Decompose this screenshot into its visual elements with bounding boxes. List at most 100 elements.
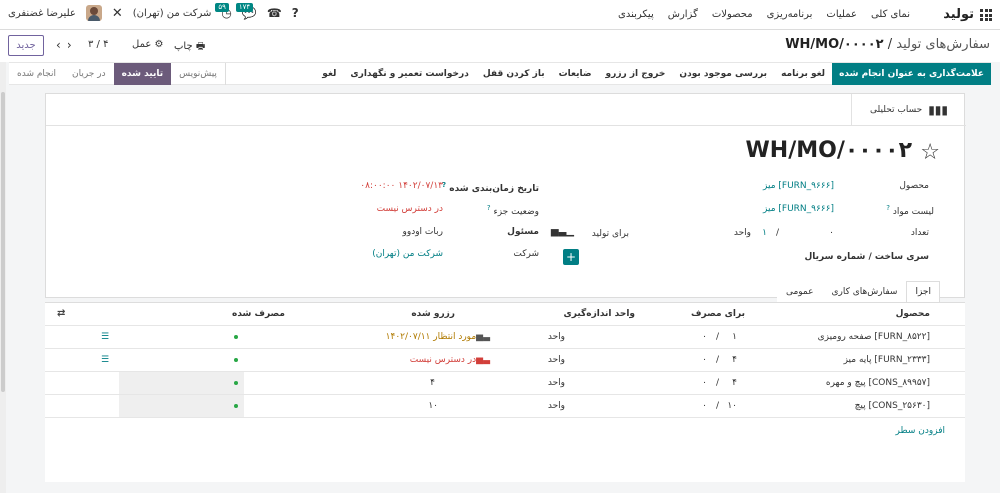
stage-confirmed[interactable]: تایید شده (113, 63, 172, 85)
stage-draft[interactable]: پیش‌نویس (171, 63, 226, 85)
detail-list-icon[interactable]: ☰ (101, 332, 109, 342)
col-reserved[interactable]: رزرو شده (411, 309, 455, 319)
stage-done[interactable]: انجام شده (9, 63, 64, 85)
row-consumed-left: ۰ (702, 332, 707, 342)
left-scrollbar[interactable] (0, 62, 6, 493)
detail-list-icon[interactable]: ☰ (101, 355, 109, 365)
company-value[interactable]: شرکت من (تهران) (372, 249, 443, 259)
col-consumed[interactable]: مصرف شده (232, 309, 285, 319)
company-switcher[interactable]: شرکت من (تهران) (133, 8, 212, 19)
consumed-dot (234, 404, 238, 408)
messages-icon[interactable]: 💬 ۱۷۴ (235, 3, 257, 20)
menu-overview[interactable]: نمای کلی (871, 9, 910, 20)
forecast-chart-icon[interactable]: ▁▃▅ (551, 226, 574, 237)
col-uom[interactable]: واحد اندازه‌گیری (564, 309, 636, 319)
print-button[interactable]: 🖶 چاپ (174, 39, 205, 56)
unlock-button[interactable]: باز کردن قفل (476, 69, 552, 79)
bom-label-text: لیست مواد (892, 207, 934, 217)
user-name[interactable]: علیرضا غضنفری (8, 8, 76, 19)
mark-done-button[interactable]: علامت‌گذاری به عنوان انجام شده (832, 63, 991, 85)
activity-clock-icon[interactable]: ◷ ۵۹ (215, 3, 232, 20)
sheet-bottom (45, 442, 965, 482)
check-availability-button[interactable]: بررسی موجود بودن (672, 69, 774, 79)
row-reserved[interactable]: ▃▅در دسترس نیست (410, 355, 490, 365)
consumed-dot (234, 381, 238, 385)
unreserve-button[interactable]: خروج از رزرو (599, 69, 673, 79)
star-icon[interactable]: ☆ (920, 140, 940, 165)
table-row[interactable]: [FURN_۸۵۲۲] صفحه رومیزی ۱ / ۰ واحد ▃▅مور… (45, 326, 965, 349)
stage-in-progress[interactable]: در جریان (64, 63, 114, 85)
row-uom[interactable]: واحد (548, 332, 565, 342)
menu-operations[interactable]: عملیات (826, 9, 857, 20)
forecast-chart-icon: ▃▅ (476, 355, 490, 365)
breadcrumb-parent[interactable]: سفارش‌های تولید (896, 37, 990, 52)
tab-miscellaneous[interactable]: عمومی (776, 281, 823, 303)
cancel-button[interactable]: لغو (315, 69, 343, 79)
qty-produced[interactable]: ۰ (829, 228, 834, 238)
scrap-button[interactable]: ضایعات (552, 69, 599, 79)
row-uom[interactable]: واحد (548, 378, 565, 388)
to-produce-label: برای تولید (591, 229, 629, 239)
bom-help-icon[interactable]: ? (886, 204, 890, 212)
table-row[interactable]: [CONS_۸۹۹۵۷] پیچ و مهره ۴ / ۰ واحد ۴ (45, 372, 965, 395)
chevron-right-icon[interactable]: › (67, 38, 72, 52)
tools-icon[interactable]: ✕ (112, 6, 123, 21)
app-title[interactable]: تولید (943, 7, 974, 22)
top-navbar: تولید نمای کلی عملیات برنامه‌ریزی محصولا… (0, 0, 1000, 30)
forecast-chart-icon: ▃▅ (476, 332, 490, 342)
notebook-tabs: اجزا سفارش‌های کاری عمومی (776, 281, 940, 303)
consumed-dot (234, 335, 238, 339)
add-lot-button[interactable]: + (563, 249, 579, 265)
record-title: WH/MO/۰۰۰۰۲ (745, 138, 912, 163)
row-to-consume[interactable]: ۱۰ (727, 401, 737, 411)
pager-arrows: ‹ › (56, 38, 72, 52)
tab-components[interactable]: اجزا (906, 281, 940, 303)
qty-unit[interactable]: واحد (734, 228, 751, 238)
product-value[interactable]: [FURN_۹۶۶۶] میز (763, 181, 834, 191)
help-icon[interactable]: ? (292, 6, 299, 20)
apps-grid-icon[interactable] (980, 9, 992, 21)
component-status-help-icon[interactable]: ? (487, 204, 491, 212)
menu-planning[interactable]: برنامه‌ریزی (767, 9, 813, 20)
print-icon: 🖶 (195, 41, 206, 52)
tab-work-orders[interactable]: سفارش‌های کاری (822, 281, 907, 303)
row-qty-sep: / (715, 332, 719, 342)
row-to-consume[interactable]: ۱ (732, 332, 737, 342)
row-product[interactable]: [FURN_۲۳۳۳] پایه میز (844, 355, 930, 365)
row-reserved-text: در دسترس نیست (409, 355, 477, 365)
new-button[interactable]: جدید (8, 35, 44, 56)
menu-reporting[interactable]: گزارش (668, 9, 698, 20)
qty-total[interactable]: ۱ (762, 228, 767, 238)
pager-value[interactable]: ۳ / ۴ (88, 39, 108, 50)
row-reserved[interactable]: ▃▅مورد انتظار ۱۴۰۲/۰۷/۱۱ (386, 332, 490, 342)
table-row[interactable]: [CONS_۲۵۶۳۰] پیچ ۱۰ / ۰ واحد ۱۰ (45, 395, 965, 418)
col-product[interactable]: محصول (896, 309, 930, 319)
row-product[interactable]: [CONS_۲۵۶۳۰] پیچ (855, 401, 930, 411)
analytic-account-button[interactable]: ▮▮▮ حساب تحلیلی (851, 94, 966, 126)
company-label: شرکت (513, 249, 539, 259)
row-uom[interactable]: واحد (548, 355, 565, 365)
responsible-value[interactable]: ربات اودوو (403, 227, 443, 237)
table-row[interactable]: [FURN_۲۳۳۳] پایه میز ۴ / ۰ واحد ▃▅در دست… (45, 349, 965, 372)
row-product[interactable]: [CONS_۸۹۹۵۷] پیچ و مهره (826, 378, 930, 388)
chevron-left-icon[interactable]: ‹ (56, 38, 61, 52)
unplan-button[interactable]: لغو برنامه (774, 69, 832, 79)
row-to-consume[interactable]: ۴ (732, 378, 737, 388)
column-settings-icon[interactable]: ⇄ (57, 308, 65, 319)
row-product[interactable]: [FURN_۸۵۲۲] صفحه رومیزی (818, 332, 930, 342)
bom-value[interactable]: [FURN_۹۶۶۶] میز (763, 204, 834, 214)
header-actions: علامت‌گذاری به عنوان انجام شده لغو برنام… (315, 63, 991, 85)
menu-configuration[interactable]: پیکربندی (618, 9, 654, 20)
maintenance-request-button[interactable]: درخواست تعمیر و نگهداری (343, 69, 475, 79)
action-button[interactable]: ⚙ عمل (132, 39, 163, 50)
breadcrumb-current: WH/MO/۰۰۰۰۲ (785, 37, 884, 52)
user-avatar[interactable] (85, 5, 102, 21)
col-to-consume[interactable]: برای مصرف (691, 309, 745, 319)
activity-badge: ۵۹ (215, 3, 229, 12)
add-line-link[interactable]: افزودن سطر (896, 426, 945, 436)
row-uom[interactable]: واحد (548, 401, 565, 411)
menu-products[interactable]: محصولات (712, 9, 753, 20)
phone-icon[interactable]: ☎ (267, 6, 282, 20)
row-to-consume[interactable]: ۴ (732, 355, 737, 365)
scheduled-date-value[interactable]: ۱۴۰۲/۰۷/۱۳ ۰۸:۰۰:۰۰ (360, 181, 443, 191)
